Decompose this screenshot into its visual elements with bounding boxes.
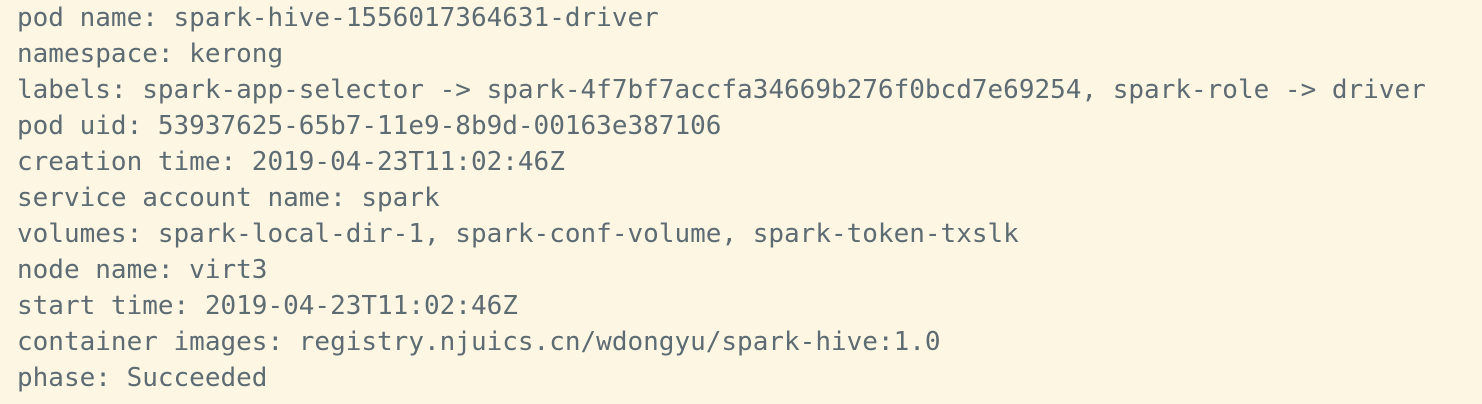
log-line-service-account: service account name: spark: [17, 183, 440, 213]
log-line-pod-name: pod name: spark-hive-1556017364631-drive…: [17, 3, 659, 33]
log-line-node-name: node name: virt3: [17, 255, 268, 285]
log-line-container-images: container images: registry.njuics.cn/wdo…: [17, 327, 941, 357]
log-output-panel: pod name: spark-hive-1556017364631-drive…: [0, 0, 1482, 404]
log-line-pod-uid: pod uid: 53937625-65b7-11e9-8b9d-00163e3…: [17, 111, 722, 141]
log-line-phase: phase: Succeeded: [17, 363, 268, 393]
log-line-creation-time: creation time: 2019-04-23T11:02:46Z: [17, 147, 565, 177]
log-lines: pod name: spark-hive-1556017364631-drive…: [17, 0, 1426, 396]
log-line-namespace: namespace: kerong: [17, 39, 284, 69]
log-line-volumes: volumes: spark-local-dir-1, spark-conf-v…: [17, 219, 1019, 249]
log-line-start-time: start time: 2019-04-23T11:02:46Z: [17, 291, 518, 321]
log-line-labels: labels: spark-app-selector -> spark-4f7b…: [17, 75, 1426, 105]
